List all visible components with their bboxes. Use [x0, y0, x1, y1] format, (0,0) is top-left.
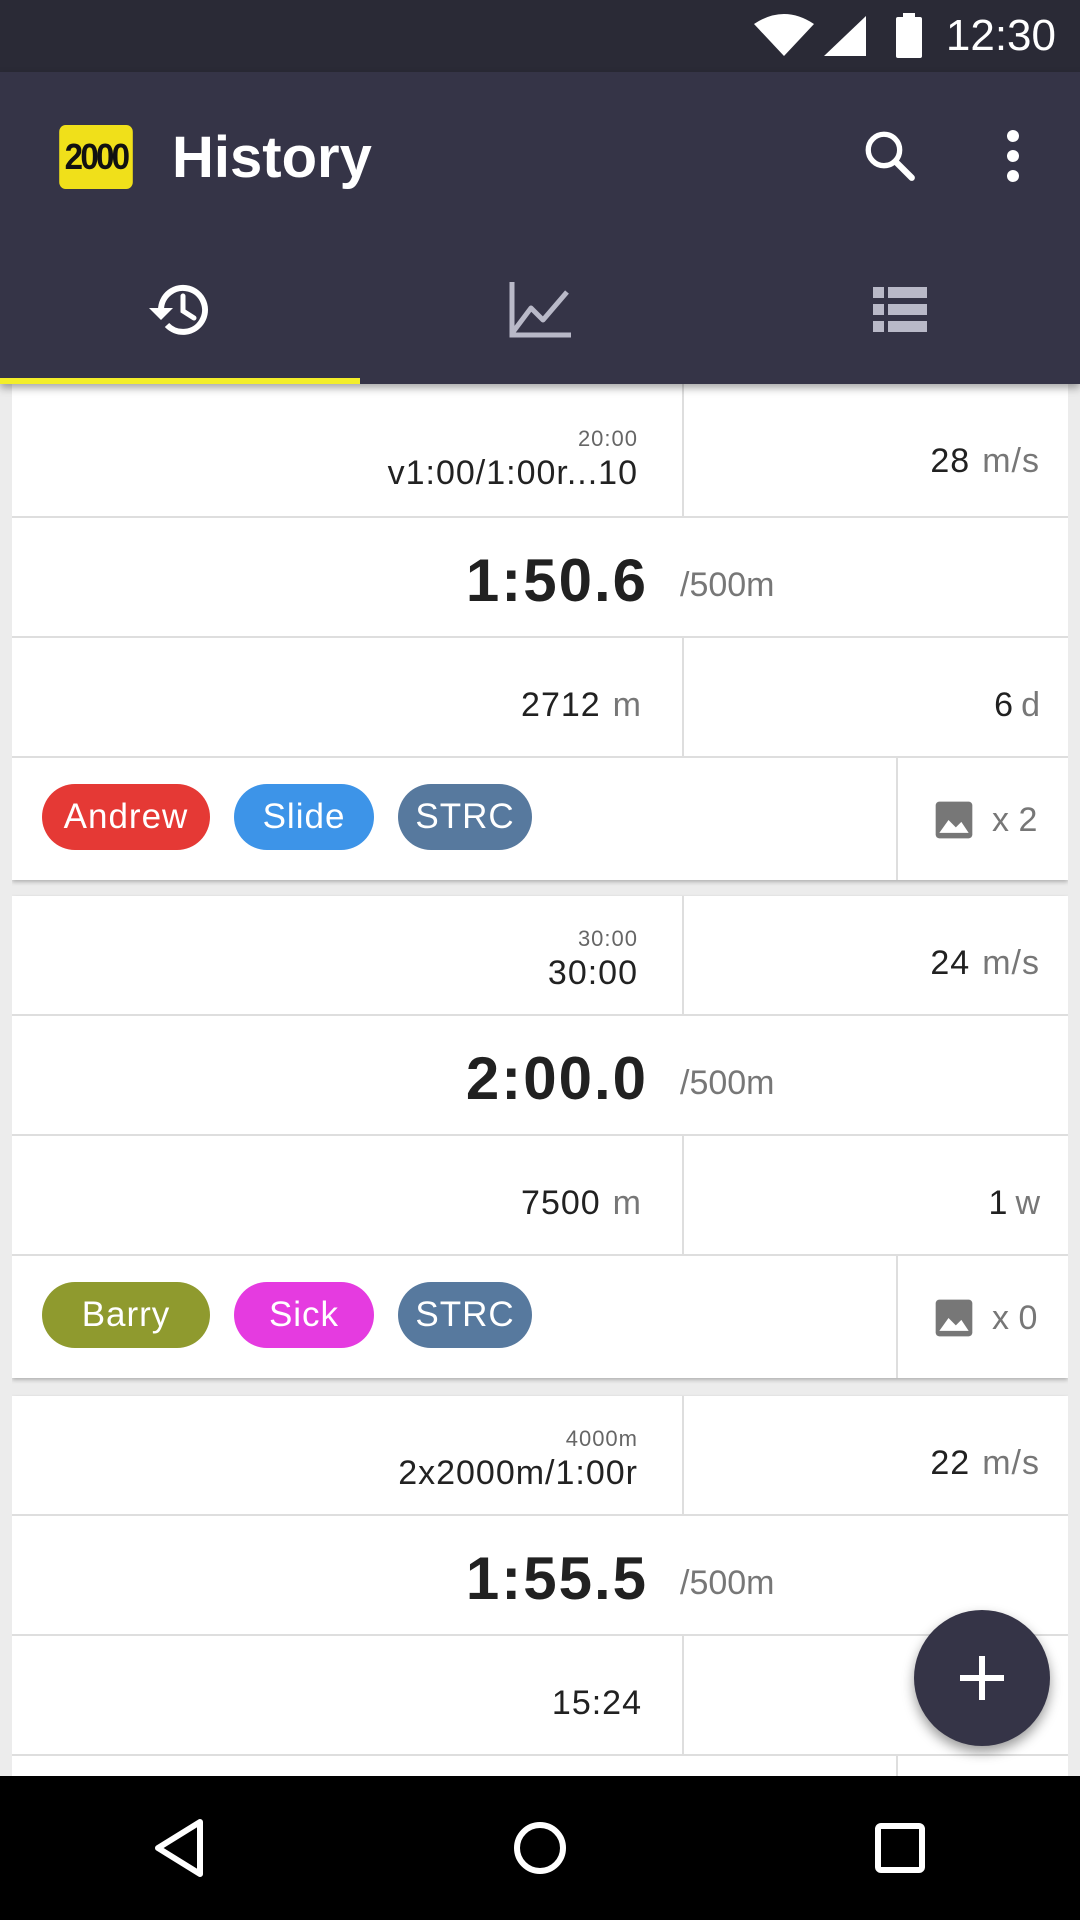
- pace-value: 1:50.6: [465, 547, 648, 614]
- pace-row: 1:55.5 /500m: [12, 1516, 1068, 1636]
- image-icon: [935, 1299, 973, 1337]
- pace-unit: /500m: [680, 1564, 775, 1602]
- workout-description: v1:00/1:00r...10: [387, 454, 638, 492]
- wifi-icon: [753, 14, 814, 56]
- pace-row: 2:00.0 /500m: [12, 1016, 1068, 1136]
- add-workout-button[interactable]: [914, 1610, 1050, 1746]
- pace-value: 2:00.0: [465, 1045, 648, 1112]
- workout-card[interactable]: 20:00 v1:00/1:00r...10 28 m/s 1:50.6 /500…: [12, 384, 1068, 880]
- status-bar: 12:30: [0, 0, 1080, 72]
- home-button[interactable]: [480, 1788, 600, 1908]
- home-icon: [514, 1822, 566, 1874]
- back-icon: [155, 1819, 203, 1877]
- line-chart-icon: [509, 282, 571, 338]
- pace-row: 1:50.6 /500m: [12, 518, 1068, 638]
- status-time: 12:30: [945, 11, 1056, 60]
- overflow-menu-button[interactable]: [981, 124, 1045, 188]
- history-icon: [149, 284, 208, 335]
- app-bar: 2000 History: [0, 72, 1080, 384]
- photo-count[interactable]: x 2: [932, 798, 1037, 842]
- workout-summary-row: 30:00 30:00 24 m/s: [12, 896, 1068, 1016]
- tab-history[interactable]: [0, 236, 360, 384]
- workout-summary-row: 4000m 2x2000m/1:00r 22 m/s: [12, 1396, 1068, 1516]
- stroke-rate: 24 m/s: [930, 944, 1040, 982]
- page-title: History: [172, 125, 372, 190]
- image-icon: [935, 801, 973, 839]
- tag-chip[interactable]: Barry: [42, 1282, 210, 1348]
- system-nav-bar: [0, 1776, 1080, 1920]
- distance-row: 7500 m 1w: [12, 1136, 1068, 1256]
- workout-card[interactable]: 4000m 2x2000m/1:00r 22 m/s 1:55.5 /500m 1…: [12, 1396, 1068, 1776]
- recents-button[interactable]: [840, 1788, 960, 1908]
- tags-row: Andrew Slide STRC x 2: [12, 758, 1068, 880]
- distance: 2712 m: [521, 686, 642, 724]
- signal-icon: [823, 16, 866, 56]
- battery-icon: [895, 13, 922, 58]
- tag-chip[interactable]: STRC: [398, 1282, 532, 1348]
- tag-chip[interactable]: STRC: [398, 784, 532, 850]
- tab-list[interactable]: [720, 236, 1080, 384]
- stroke-rate: 28 m/s: [930, 442, 1040, 480]
- tag-chip[interactable]: Slide: [234, 784, 374, 850]
- add-icon: [960, 1656, 1004, 1700]
- tab-bar: [0, 236, 1080, 384]
- tag-chip[interactable]: Andrew: [42, 784, 210, 850]
- total-time: 20:00: [577, 426, 638, 451]
- pace-value: 1:55.5: [465, 1545, 648, 1612]
- list-icon: [873, 287, 927, 332]
- stroke-rate: 22 m/s: [930, 1444, 1040, 1482]
- workout-description: 2x2000m/1:00r: [398, 1454, 638, 1492]
- distance: 7500 m: [521, 1184, 642, 1222]
- total-time: 30:00: [577, 926, 638, 951]
- pace-unit: /500m: [680, 1064, 775, 1102]
- workout-age: 1w: [988, 1184, 1040, 1222]
- workout-age: 6d: [994, 686, 1040, 724]
- tags-row: Barry Sick STRC x 0: [12, 1256, 1068, 1378]
- search-button[interactable]: [858, 124, 922, 188]
- more-vert-icon: [1007, 130, 1019, 182]
- workout-description: 30:00: [547, 954, 638, 992]
- pace-unit: /500m: [680, 566, 775, 604]
- workout-list[interactable]: 20:00 v1:00/1:00r...10 28 m/s 1:50.6 /500…: [12, 384, 1068, 1776]
- app-logo: 2000: [59, 125, 133, 189]
- back-button[interactable]: [120, 1788, 240, 1908]
- tag-chip[interactable]: Sick: [234, 1282, 374, 1348]
- workout-time: 15:24: [551, 1684, 642, 1722]
- recents-icon: [875, 1823, 925, 1873]
- time-row: 15:24: [12, 1636, 1068, 1756]
- tags-row: [12, 1756, 1068, 1776]
- search-icon: [865, 131, 915, 181]
- distance-row: 2712 m 6d: [12, 638, 1068, 758]
- tab-indicator: [0, 378, 360, 384]
- tab-charts[interactable]: [360, 236, 720, 384]
- workout-summary-row: 20:00 v1:00/1:00r...10 28 m/s: [12, 384, 1068, 518]
- total-time: 4000m: [565, 1426, 638, 1451]
- photo-count[interactable]: x 0: [932, 1296, 1037, 1340]
- workout-card[interactable]: 30:00 30:00 24 m/s 2:00.0 /500m 7500 m 1w …: [12, 896, 1068, 1378]
